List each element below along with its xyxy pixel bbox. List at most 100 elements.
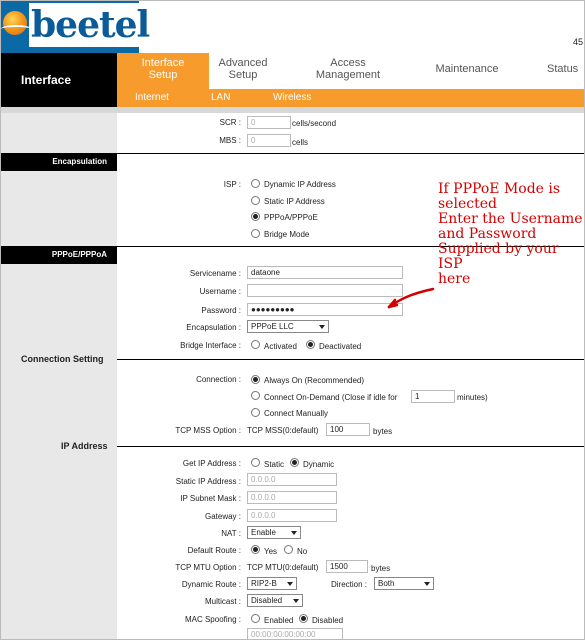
annotation-line: If PPPoE Mode is selected bbox=[438, 181, 561, 212]
isp-option-label: Dynamic IP Address bbox=[264, 180, 336, 189]
encapsulation-label: Encapsulation : bbox=[186, 323, 241, 332]
get-ip-static-label: Static bbox=[264, 460, 285, 469]
tab-label: Advanced Setup bbox=[218, 57, 268, 81]
default-route-yes-radio[interactable] bbox=[251, 545, 260, 554]
scr-input[interactable]: 0 bbox=[247, 116, 291, 129]
brand-logo: beetel bbox=[1, 1, 150, 53]
isp-static-radio[interactable] bbox=[251, 196, 260, 205]
static-ip-input[interactable]: 0.0.0.0 bbox=[247, 473, 337, 486]
section-connection-setting: Connection Setting bbox=[21, 354, 104, 364]
get-ip-label: Get IP Address : bbox=[182, 459, 241, 468]
dynamic-route-label: Dynamic Route : bbox=[181, 580, 241, 589]
annotation-arrow-icon bbox=[387, 287, 435, 309]
direction-label: Direction : bbox=[330, 580, 367, 589]
connection-label: Connection : bbox=[196, 375, 241, 384]
password-label: Password : bbox=[201, 306, 241, 315]
on-demand-radio[interactable] bbox=[251, 391, 260, 400]
servicename-label: Servicename : bbox=[189, 269, 241, 278]
section-title: Interface bbox=[1, 53, 117, 107]
isp-label: ISP : bbox=[223, 180, 241, 189]
section-ip-address: IP Address bbox=[61, 441, 108, 451]
tab-maintenance[interactable]: Maintenance bbox=[423, 53, 511, 89]
subtab-internet[interactable]: Internet bbox=[135, 92, 169, 103]
isp-pppoe-radio[interactable] bbox=[251, 212, 260, 221]
on-demand-label: Connect On-Demand (Close if idle for bbox=[264, 393, 398, 402]
section-pppoe: PPPoE/PPPoA bbox=[1, 246, 117, 264]
gateway-input[interactable]: 0.0.0.0 bbox=[247, 509, 337, 522]
mac-enabled-label: Enabled bbox=[264, 616, 294, 625]
main-nav: Interface Setup Advanced Setup Access Ma… bbox=[117, 53, 584, 89]
subtab-lan[interactable]: LAN bbox=[211, 92, 230, 103]
swoosh-icon bbox=[1, 25, 31, 33]
static-ip-label: Static IP Address : bbox=[175, 477, 241, 486]
section-divider bbox=[117, 446, 584, 447]
idle-minutes-unit: minutes) bbox=[457, 393, 488, 402]
always-on-label: Always On (Recommended) bbox=[264, 376, 365, 385]
get-ip-dynamic-radio[interactable] bbox=[290, 458, 299, 467]
bridge-deactivated-label: Deactivated bbox=[319, 342, 362, 351]
manual-label: Connect Manually bbox=[264, 409, 329, 418]
multicast-label: Multicast : bbox=[204, 597, 241, 606]
default-route-no-radio[interactable] bbox=[284, 545, 293, 554]
mbs-input[interactable]: 0 bbox=[247, 134, 291, 147]
tab-label: Interface Setup bbox=[141, 57, 185, 81]
manual-radio[interactable] bbox=[251, 408, 260, 417]
idle-minutes-input[interactable]: 1 bbox=[411, 390, 455, 403]
section-divider bbox=[117, 359, 584, 360]
model-number: 45 bbox=[573, 37, 584, 47]
router-config-page: beetel 45 Interface Interface Setup Adva… bbox=[0, 0, 585, 640]
username-input[interactable] bbox=[247, 284, 403, 297]
multicast-select[interactable]: Disabled bbox=[247, 594, 303, 607]
bridge-interface-label: Bridge Interface : bbox=[180, 341, 241, 350]
mac-address-input[interactable]: 00:00:00:00:00:00 bbox=[247, 628, 343, 639]
tab-label: Status bbox=[547, 63, 579, 75]
default-route-label: Default Route : bbox=[187, 546, 241, 555]
password-input[interactable]: ●●●●●●●●● bbox=[247, 303, 403, 316]
mac-disabled-radio[interactable] bbox=[299, 614, 308, 623]
tab-label: Maintenance bbox=[435, 63, 499, 75]
isp-option-label: Static IP Address bbox=[264, 197, 325, 206]
tab-status[interactable]: Status bbox=[547, 53, 584, 89]
get-ip-static-radio[interactable] bbox=[251, 458, 260, 467]
section-encapsulation: Encapsulation bbox=[1, 153, 117, 171]
scr-label: SCR : bbox=[219, 118, 241, 127]
encapsulation-select[interactable]: PPPoE LLC bbox=[247, 320, 329, 333]
logo-text: beetel bbox=[29, 3, 150, 47]
isp-dynamic-radio[interactable] bbox=[251, 179, 260, 188]
annotation-line: here bbox=[438, 271, 471, 287]
mac-disabled-label: Disabled bbox=[312, 616, 344, 625]
bridge-activated-radio[interactable] bbox=[251, 340, 260, 349]
tcp-mtu-input[interactable]: 1500 bbox=[326, 560, 368, 573]
subnet-label: IP Subnet Mask : bbox=[180, 494, 241, 503]
get-ip-dynamic-label: Dynamic bbox=[303, 460, 335, 469]
tcp-mss-input[interactable]: 100 bbox=[326, 423, 370, 436]
annotation-line: Supplied by your ISP bbox=[438, 241, 559, 272]
tab-label: Access Management bbox=[315, 57, 381, 81]
annotation-text: If PPPoE Mode is selected Enter the User… bbox=[438, 182, 583, 287]
sub-nav: Internet LAN Wireless bbox=[117, 89, 584, 107]
annotation-line: Enter the Username and Password bbox=[438, 211, 583, 242]
tcp-mss-unit: bytes bbox=[373, 427, 393, 436]
subtab-wireless[interactable]: Wireless bbox=[273, 92, 311, 103]
tab-access-management[interactable]: Access Management bbox=[303, 53, 393, 89]
bridge-deactivated-radio[interactable] bbox=[306, 340, 315, 349]
mbs-unit: cells bbox=[292, 138, 309, 147]
username-label: Username : bbox=[199, 287, 241, 296]
tcp-mss-label: TCP MSS Option : bbox=[175, 426, 241, 435]
tab-advanced-setup[interactable]: Advanced Setup bbox=[211, 53, 275, 89]
isp-bridge-radio[interactable] bbox=[251, 229, 260, 238]
direction-select[interactable]: Both bbox=[374, 577, 434, 590]
nat-select[interactable]: Enable bbox=[247, 526, 301, 539]
left-labels-column bbox=[1, 113, 117, 639]
tcp-mtu-text: TCP MTU(0:default) bbox=[247, 563, 319, 572]
mbs-label: MBS : bbox=[219, 136, 241, 145]
always-on-radio[interactable] bbox=[251, 375, 260, 384]
tcp-mss-text: TCP MSS(0:default) bbox=[247, 426, 319, 435]
nat-label: NAT : bbox=[221, 529, 241, 538]
mac-enabled-radio[interactable] bbox=[251, 614, 260, 623]
servicename-input[interactable]: dataone bbox=[247, 266, 403, 279]
tab-interface-setup[interactable]: Interface Setup bbox=[117, 53, 209, 89]
default-route-yes-label: Yes bbox=[264, 547, 278, 556]
subnet-input[interactable]: 0.0.0.0 bbox=[247, 491, 337, 504]
dynamic-route-select[interactable]: RIP2-B bbox=[247, 577, 297, 590]
